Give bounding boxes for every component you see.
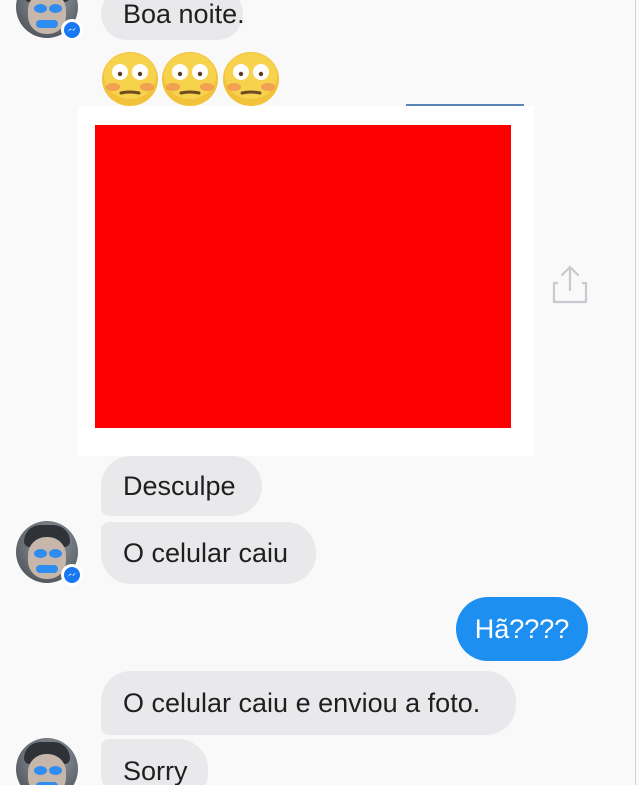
right-edge-divider [635, 0, 636, 785]
messenger-bolt-icon [67, 572, 77, 577]
message-text: O celular caiu [123, 537, 289, 568]
contact-avatar[interactable] [16, 521, 83, 586]
chat-screen: Boa noite. Desculpe O celular caiu Hã???… [0, 0, 639, 785]
message-bubble[interactable]: Boa noite. [101, 0, 245, 40]
flushed-face-icon [102, 52, 158, 106]
message-text: Hã???? [474, 613, 570, 644]
avatar-eye-left [34, 766, 47, 775]
flushed-face-icon [223, 52, 279, 106]
message-text: Boa noite. [123, 0, 245, 29]
messenger-badge-icon [61, 19, 83, 41]
message-text: O celular caiu e enviou a foto. [123, 687, 481, 718]
avatar-mouth [36, 20, 58, 28]
contact-avatar[interactable] [16, 0, 83, 41]
messenger-bolt-icon [67, 27, 77, 32]
avatar-eye-left [34, 4, 47, 13]
avatar-eye-right [49, 766, 62, 775]
message-bubble[interactable]: O celular caiu [101, 522, 316, 584]
avatar-mouth [36, 565, 58, 573]
message-text: Desculpe [123, 470, 236, 501]
contact-avatar[interactable] [16, 738, 78, 785]
outgoing-message-bubble[interactable]: Hã???? [456, 597, 588, 661]
share-icon[interactable] [551, 263, 589, 305]
message-text: Sorry [123, 755, 188, 785]
message-bubble[interactable]: Sorry [101, 739, 208, 785]
message-bubble[interactable]: Desculpe [101, 456, 262, 516]
avatar-eye-right [49, 4, 62, 13]
avatar-eye-right [49, 549, 62, 558]
redacted-image [95, 125, 511, 428]
avatar-eye-left [34, 549, 47, 558]
messenger-badge-icon [61, 564, 83, 586]
message-bubble[interactable]: O celular caiu e enviou a foto. [101, 671, 516, 735]
flushed-face-icon [162, 52, 218, 106]
